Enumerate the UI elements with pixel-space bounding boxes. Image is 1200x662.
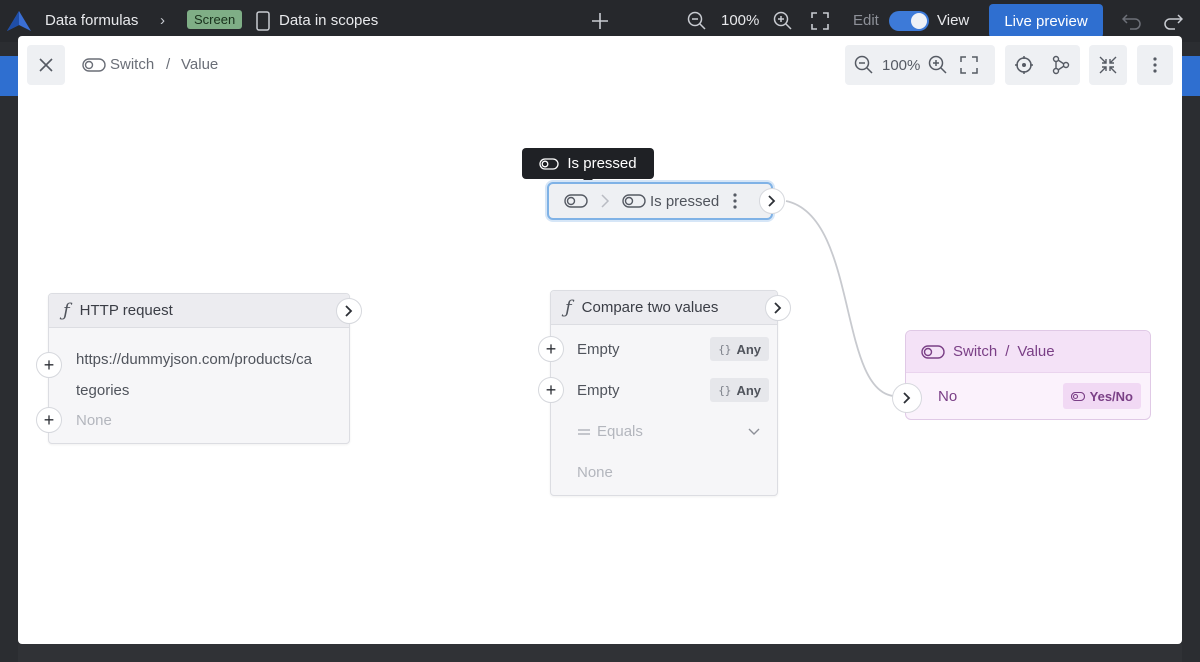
- switch-value-node[interactable]: Switch / Value No Yes/No: [905, 330, 1151, 420]
- http-url-line2: tegories: [76, 382, 130, 399]
- topbar-zoom-level: 100%: [721, 12, 760, 29]
- add-icon[interactable]: [591, 12, 609, 30]
- formula-editor-modal: Switch / Value 100% Is pressed Is presse…: [18, 36, 1182, 644]
- switch-toggle-icon: [1070, 391, 1085, 401]
- operator-select[interactable]: Equals: [577, 423, 643, 440]
- http-url-line1: https://dummyjson.com/products/ca: [76, 351, 312, 368]
- left-sidebar-edge: [0, 42, 18, 662]
- function-icon: ƒ: [63, 300, 70, 321]
- compare-input2[interactable]: Empty: [577, 382, 620, 399]
- http-none-add-input[interactable]: +: [36, 407, 62, 433]
- is-pressed-label: Is pressed: [650, 192, 720, 210]
- switch-toggle-icon: [539, 157, 560, 170]
- edit-view-toggle[interactable]: [889, 11, 929, 31]
- right-sidebar-edge: [1182, 42, 1200, 662]
- chevron-right-icon: ›: [160, 12, 165, 29]
- switch-title-parent: Switch: [953, 343, 998, 360]
- input1-type-chip: {} Any: [710, 337, 769, 361]
- switch-toggle-icon: [622, 194, 646, 208]
- chevron-right-icon: [345, 305, 353, 317]
- plus-icon: +: [545, 380, 557, 400]
- compare-input1-add[interactable]: +: [538, 336, 564, 362]
- switch-input-port[interactable]: [892, 383, 922, 413]
- chevron-right-icon: [768, 195, 776, 207]
- operator-value: Equals: [597, 423, 643, 440]
- switch-title-separator: /: [1005, 343, 1010, 360]
- switch-value[interactable]: No: [938, 388, 957, 405]
- chevron-right-icon: [774, 302, 782, 314]
- phone-icon: [256, 11, 270, 31]
- compare-output-port[interactable]: [765, 295, 791, 321]
- equals-icon: [578, 428, 590, 435]
- fullscreen-icon[interactable]: [811, 12, 829, 30]
- switch-value-header: Switch / Value: [906, 331, 1150, 373]
- redo-icon[interactable]: [1163, 12, 1183, 30]
- formula-canvas[interactable]: Is pressed Is pressed ƒ HTTP request htt…: [18, 36, 1182, 644]
- http-url-value[interactable]: https://dummyjson.com/products/ca tegori…: [76, 344, 312, 406]
- switch-title-current: Value: [1017, 343, 1055, 360]
- input2-type-chip: {} Any: [710, 378, 769, 402]
- plus-icon: +: [545, 339, 557, 359]
- is-pressed-output-port[interactable]: [759, 188, 785, 214]
- http-request-title: HTTP request: [79, 302, 173, 319]
- yes-no-type-chip: Yes/No: [1062, 383, 1141, 409]
- zoom-out-icon[interactable]: [687, 11, 707, 31]
- is-pressed-tooltip: Is pressed: [522, 148, 654, 184]
- chevron-right-icon: [903, 392, 911, 404]
- tooltip-text: Is pressed: [567, 155, 637, 172]
- compare-values-title: Compare two values: [581, 299, 719, 316]
- undo-icon[interactable]: [1122, 12, 1142, 30]
- plus-icon: +: [43, 410, 55, 430]
- live-preview-button[interactable]: Live preview: [989, 4, 1103, 38]
- plus-icon: +: [43, 355, 55, 375]
- app-name[interactable]: Data formulas: [45, 12, 138, 29]
- function-icon: ƒ: [565, 297, 572, 318]
- chevron-down-icon[interactable]: [748, 428, 760, 436]
- compare-values-node[interactable]: ƒ Compare two values Empty {} Any Empty {…: [550, 290, 778, 496]
- compare-input1[interactable]: Empty: [577, 341, 620, 358]
- http-url-add-input[interactable]: +: [36, 352, 62, 378]
- switch-toggle-icon: [564, 194, 588, 208]
- braces-icon: {}: [718, 383, 732, 397]
- http-request-node[interactable]: ƒ HTTP request https://dummyjson.com/pro…: [48, 293, 350, 444]
- edit-label[interactable]: Edit: [853, 12, 879, 29]
- http-request-header: ƒ HTTP request: [49, 294, 349, 328]
- input1-type: Any: [736, 341, 761, 357]
- view-label[interactable]: View: [937, 12, 969, 29]
- page-name[interactable]: Data in scopes: [279, 12, 378, 29]
- http-output-port[interactable]: [336, 298, 362, 324]
- compare-values-header: ƒ Compare two values: [551, 291, 777, 325]
- background-panel: [18, 644, 1182, 662]
- screen-badge: Screen: [187, 10, 243, 29]
- chevron-right-icon: [601, 194, 610, 208]
- braces-icon: {}: [718, 342, 732, 356]
- compare-input2-add[interactable]: +: [538, 377, 564, 403]
- compare-none-value: None: [577, 464, 613, 481]
- more-vertical-icon[interactable]: [733, 193, 737, 209]
- yes-no-type: Yes/No: [1089, 388, 1133, 404]
- is-pressed-node[interactable]: Is pressed: [547, 182, 773, 220]
- app-logo-icon: [7, 11, 31, 31]
- switch-toggle-icon: [921, 344, 945, 359]
- input2-type: Any: [736, 382, 761, 398]
- zoom-in-icon[interactable]: [773, 11, 793, 31]
- http-none-value: None: [76, 412, 112, 429]
